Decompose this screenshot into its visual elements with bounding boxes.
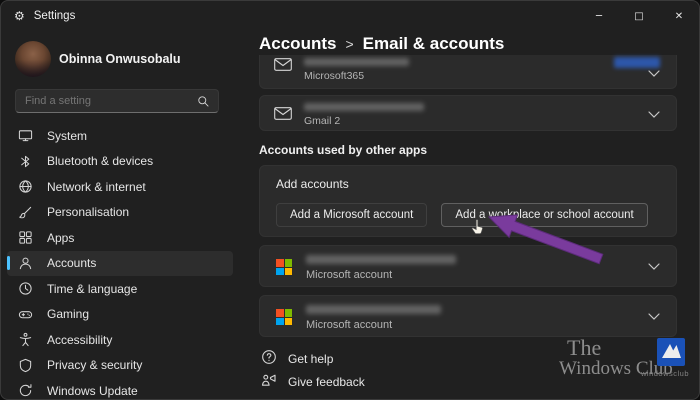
sidebar-item-accessibility[interactable]: Accessibility (7, 327, 233, 353)
sidebar-item-label: Accounts (47, 256, 96, 270)
chevron-down-icon[interactable] (648, 313, 660, 320)
accessibility-icon (17, 332, 33, 347)
settings-window: ⚙ Settings ─ □ ✕ Obinna Onwusobalu Syste… (0, 0, 700, 400)
feedback-icon (261, 372, 277, 391)
sidebar-item-label: Privacy & security (47, 358, 142, 372)
gear-icon: ⚙ (14, 9, 25, 23)
sidebar-item-system[interactable]: System (7, 123, 233, 149)
other-app-account-row[interactable]: Microsoft account (259, 245, 677, 287)
get-help-label: Get help (288, 352, 333, 366)
user-name: Obinna Onwusobalu (59, 52, 181, 66)
maximize-button[interactable]: □ (619, 1, 659, 31)
mail-icon (274, 107, 292, 125)
sidebar-item-label: Personalisation (47, 205, 129, 219)
sidebar-item-windows-update[interactable]: Windows Update (7, 378, 233, 400)
sidebar-item-label: Apps (47, 231, 74, 245)
clock-icon (17, 281, 33, 296)
sidebar-item-apps[interactable]: Apps (7, 225, 233, 251)
account-row-microsoft365[interactable]: Microsoft365 (259, 55, 677, 89)
add-workplace-account-button[interactable]: Add a workplace or school account (441, 203, 647, 227)
page-title: Email & accounts (363, 34, 505, 54)
system-icon (17, 128, 33, 143)
give-feedback-link[interactable]: Give feedback (261, 372, 365, 391)
close-button[interactable]: ✕ (659, 1, 699, 31)
microsoft-logo-icon (276, 309, 292, 325)
account-row-gmail[interactable]: Gmail 2 (259, 95, 677, 131)
account-row-subtitle: Microsoft365 (304, 70, 364, 82)
gamepad-icon (17, 307, 33, 322)
window-title: Settings (34, 10, 76, 22)
account-row-subtitle: Gmail 2 (304, 115, 340, 127)
sidebar-item-label: Gaming (47, 307, 89, 321)
sidebar-item-accounts[interactable]: Accounts (7, 251, 233, 277)
sidebar-item-personalisation[interactable]: Personalisation (7, 200, 233, 226)
chevron-down-icon[interactable] (648, 111, 660, 118)
search-box[interactable] (15, 89, 219, 113)
redacted-account-name (306, 255, 456, 264)
globe-icon (17, 179, 33, 194)
bluetooth-icon (17, 154, 33, 169)
sidebar-item-label: System (47, 129, 87, 143)
sidebar-nav: System Bluetooth & devices Network & int… (1, 123, 239, 400)
sidebar-item-time-language[interactable]: Time & language (7, 276, 233, 302)
add-accounts-card: Add accounts Add a Microsoft account Add… (259, 165, 677, 237)
sidebar-item-gaming[interactable]: Gaming (7, 302, 233, 328)
avatar[interactable] (15, 41, 51, 77)
sidebar-item-bluetooth[interactable]: Bluetooth & devices (7, 149, 233, 175)
window-controls: ─ □ ✕ (579, 1, 699, 31)
sidebar-item-privacy[interactable]: Privacy & security (7, 353, 233, 379)
account-row-subtitle: Microsoft account (306, 269, 392, 281)
shield-icon (17, 358, 33, 373)
search-icon (197, 95, 210, 108)
sidebar-item-network[interactable]: Network & internet (7, 174, 233, 200)
sidebar-item-label: Network & internet (47, 180, 146, 194)
mail-icon (274, 58, 292, 76)
sidebar-item-label: Windows Update (47, 384, 138, 398)
minimize-button[interactable]: ─ (579, 1, 619, 31)
person-icon (17, 256, 33, 271)
give-feedback-label: Give feedback (288, 375, 365, 389)
section-title: Accounts used by other apps (259, 143, 427, 157)
help-icon (261, 349, 277, 368)
title-bar: ⚙ Settings ─ □ ✕ (1, 1, 699, 31)
chevron-down-icon[interactable] (648, 70, 660, 77)
add-microsoft-account-button[interactable]: Add a Microsoft account (276, 203, 427, 227)
sidebar: Obinna Onwusobalu System Bluetooth & dev… (1, 31, 239, 399)
chevron-down-icon[interactable] (648, 263, 660, 270)
main-content: Accounts > Email & accounts Microsoft365… (249, 31, 699, 399)
apps-grid-icon (17, 230, 33, 245)
add-accounts-label: Add accounts (276, 177, 349, 191)
search-input[interactable] (16, 95, 197, 107)
sidebar-item-label: Time & language (47, 282, 137, 296)
get-help-link[interactable]: Get help (261, 349, 333, 368)
other-app-account-row[interactable]: Microsoft account (259, 295, 677, 337)
sidebar-item-label: Accessibility (47, 333, 112, 347)
microsoft-logo-icon (276, 259, 292, 275)
sidebar-item-label: Bluetooth & devices (47, 154, 153, 168)
account-row-subtitle: Microsoft account (306, 319, 392, 331)
breadcrumb-separator: > (345, 36, 353, 52)
redacted-email-text (304, 103, 424, 111)
update-icon (17, 383, 33, 398)
brush-icon (17, 205, 33, 220)
breadcrumb-root[interactable]: Accounts (259, 34, 336, 54)
redacted-account-name (306, 305, 441, 314)
redacted-email-text (304, 58, 409, 66)
add-account-buttons: Add a Microsoft account Add a workplace … (276, 203, 648, 227)
breadcrumb: Accounts > Email & accounts (259, 34, 504, 54)
redacted-manage-badge (614, 57, 660, 68)
